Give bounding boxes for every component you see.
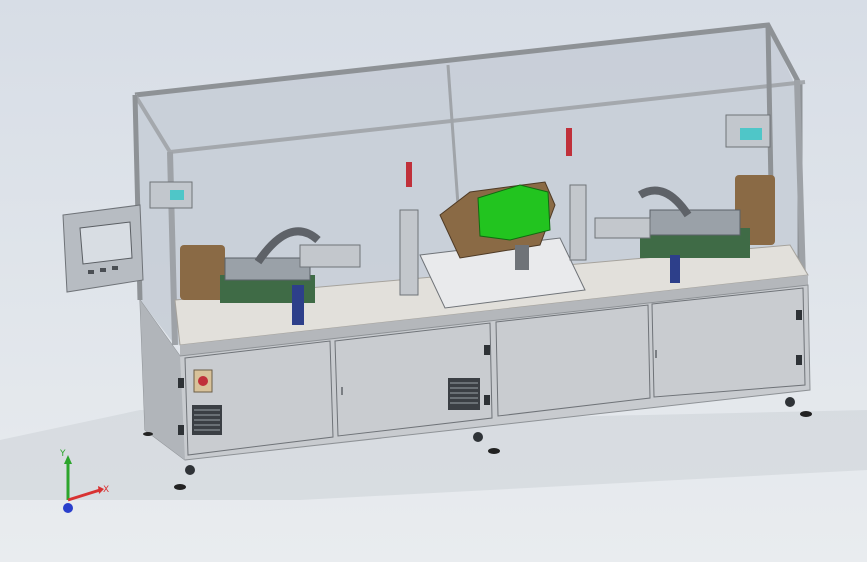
leveling-foot: [800, 411, 812, 417]
cabinet-door-1[interactable]: [184, 340, 334, 456]
indicator-box-left: [149, 181, 193, 209]
hinge: [796, 355, 802, 365]
indicator-box-right: [725, 114, 771, 148]
hinge: [178, 378, 184, 388]
assembly-render: Y X: [0, 22, 867, 513]
hinge: [178, 425, 184, 435]
caster-wheel-icon: [185, 465, 195, 475]
hinge: [484, 345, 490, 355]
leveling-foot: [143, 432, 153, 436]
hinge: [796, 310, 802, 320]
hmi-touch-panel[interactable]: [62, 204, 144, 293]
caster-wheel-icon: [473, 432, 483, 442]
emergency-stop-icon[interactable]: [193, 369, 213, 393]
hinge: [484, 395, 490, 405]
cabinet-door-4[interactable]: [651, 287, 806, 398]
caster-wheel-icon: [785, 397, 795, 407]
leveling-foot: [488, 448, 500, 454]
vent-grille-icon: [448, 378, 480, 410]
door-handle[interactable]: [655, 350, 657, 358]
triad-y-label: Y: [59, 449, 66, 459]
door-handle[interactable]: [341, 387, 343, 395]
vent-grille-icon: [192, 405, 222, 435]
cad-viewport[interactable]: Y X: [0, 0, 867, 562]
triad-x-label: X: [103, 485, 109, 495]
leveling-foot: [174, 484, 186, 490]
cabinet-door-3[interactable]: [495, 304, 651, 417]
